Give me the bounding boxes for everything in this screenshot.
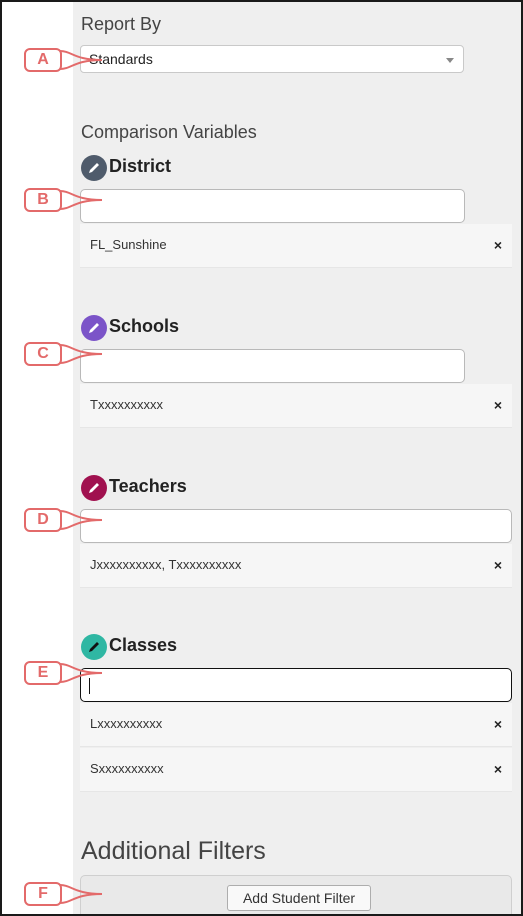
callout-pointer xyxy=(59,884,103,904)
callout-label: B xyxy=(24,188,62,212)
classes-chip: Sxxxxxxxxxx × xyxy=(80,748,512,792)
teachers-label: Teachers xyxy=(109,476,187,496)
chip-label: FL_Sunshine xyxy=(90,237,167,252)
callout-label: D xyxy=(24,508,62,532)
schools-label: Schools xyxy=(109,316,180,336)
pencil-icon[interactable] xyxy=(81,475,107,501)
remove-chip-icon[interactable]: × xyxy=(494,237,502,253)
classes-chip: Lxxxxxxxxxx × xyxy=(80,703,512,747)
pencil-icon[interactable] xyxy=(81,315,107,341)
report-by-select[interactable]: Standards xyxy=(80,45,464,73)
additional-filters-box: Add Student Filter xyxy=(80,875,512,914)
report-by-title: Report By xyxy=(81,14,162,34)
add-student-filter-button[interactable]: Add Student Filter xyxy=(227,885,371,911)
pencil-icon[interactable] xyxy=(81,155,107,181)
classes-search-input[interactable] xyxy=(80,668,512,702)
chip-label: Lxxxxxxxxxx xyxy=(90,716,163,731)
callout-pointer xyxy=(59,663,103,683)
callout-label: E xyxy=(24,661,62,685)
callout-label: C xyxy=(24,342,62,366)
schools-search-input[interactable] xyxy=(80,349,465,383)
chevron-down-icon xyxy=(446,58,454,63)
callout-pointer xyxy=(59,190,103,210)
district-label: District xyxy=(109,156,172,176)
callout-label: A xyxy=(24,48,62,72)
classes-label: Classes xyxy=(109,635,178,655)
comparison-variables-title: Comparison Variables xyxy=(81,122,257,142)
callout-pointer xyxy=(59,344,103,364)
remove-chip-icon[interactable]: × xyxy=(494,716,502,732)
chip-label: Sxxxxxxxxxx xyxy=(90,761,164,776)
district-chip: FL_Sunshine × xyxy=(80,224,512,268)
teachers-chip: Jxxxxxxxxxx, Txxxxxxxxxx × xyxy=(80,544,512,588)
teachers-search-input[interactable] xyxy=(80,509,512,543)
remove-chip-icon[interactable]: × xyxy=(494,397,502,413)
chip-label: Txxxxxxxxxx xyxy=(90,397,163,412)
district-search-input[interactable] xyxy=(80,189,465,223)
callout-label: F xyxy=(24,882,62,906)
remove-chip-icon[interactable]: × xyxy=(494,557,502,573)
remove-chip-icon[interactable]: × xyxy=(494,761,502,777)
schools-chip: Txxxxxxxxxx × xyxy=(80,384,512,428)
callout-pointer xyxy=(59,510,103,530)
additional-filters-title: Additional Filters xyxy=(81,837,266,865)
pencil-icon[interactable] xyxy=(81,634,107,660)
chip-label: Jxxxxxxxxxx, Txxxxxxxxxx xyxy=(90,557,242,572)
window-frame: Report By Standards Comparison Variables… xyxy=(0,0,523,916)
callout-pointer xyxy=(59,50,103,70)
